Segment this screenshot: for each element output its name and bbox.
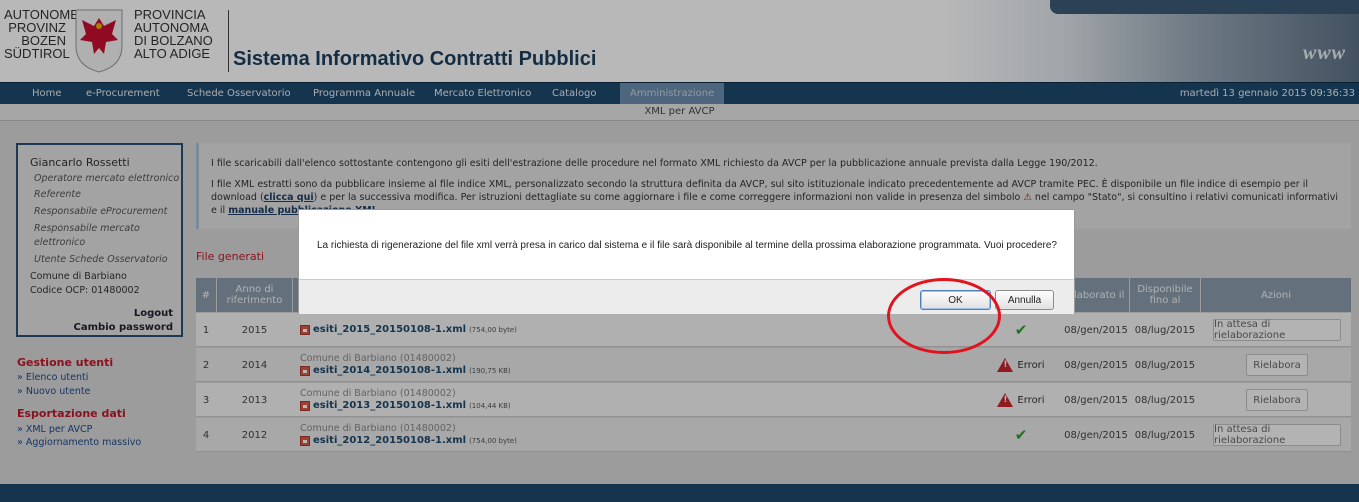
highlight-circle (887, 278, 1001, 354)
dialog-message: La richiesta di rigenerazione del file x… (317, 240, 1057, 251)
cancel-button[interactable]: Annulla (995, 290, 1054, 310)
